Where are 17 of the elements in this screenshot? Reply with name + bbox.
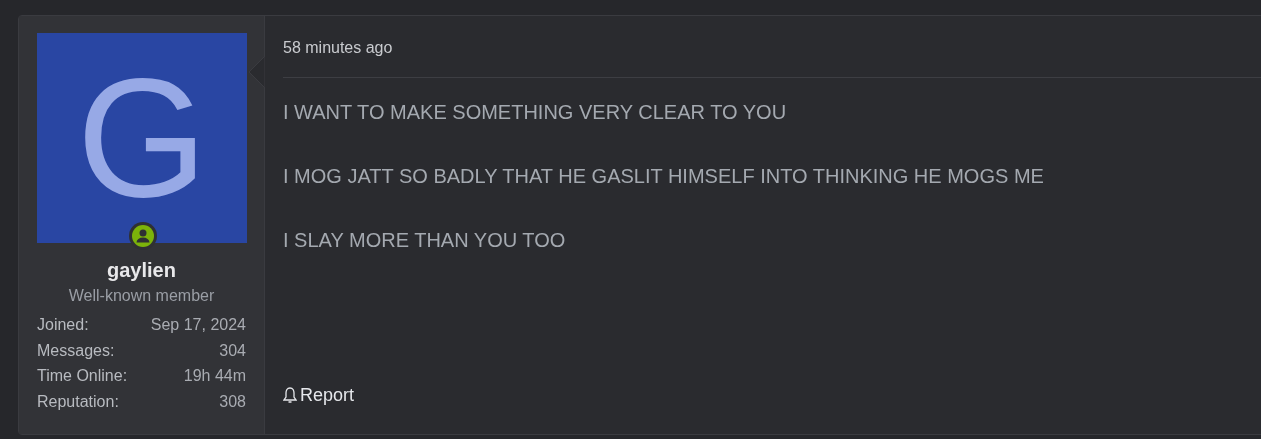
post-paragraph: I WANT TO MAKE SOMETHING VERY CLEAR TO YOU xyxy=(283,100,788,124)
stat-value: 308 xyxy=(219,391,246,412)
stat-label: Messages: xyxy=(37,340,115,361)
avatar[interactable]: G xyxy=(37,33,247,243)
stat-value: 19h 44m xyxy=(183,366,246,386)
post-paragraph: I MOG JATT SO BADLY THAT HE GASLIT HIMSELF INTO THINKING HE MOGS ME xyxy=(283,164,1045,188)
stat-label: Time Online: xyxy=(37,366,128,386)
post-timestamp[interactable]: 58 minutes ago xyxy=(283,16,1261,78)
username-link[interactable]: gaylien xyxy=(37,258,246,282)
user-title: Well-known member xyxy=(67,286,216,306)
stat-label: Joined: xyxy=(37,315,89,335)
bell-icon xyxy=(283,387,297,404)
stat-value: Sep 17, 2024 xyxy=(150,315,246,335)
post-paragraph: I SLAY MORE THAN YOU TOO xyxy=(283,228,567,252)
report-link[interactable]: Report xyxy=(283,382,355,409)
stat-value: 304 xyxy=(219,340,246,361)
stat-label: Reputation: xyxy=(37,391,119,412)
